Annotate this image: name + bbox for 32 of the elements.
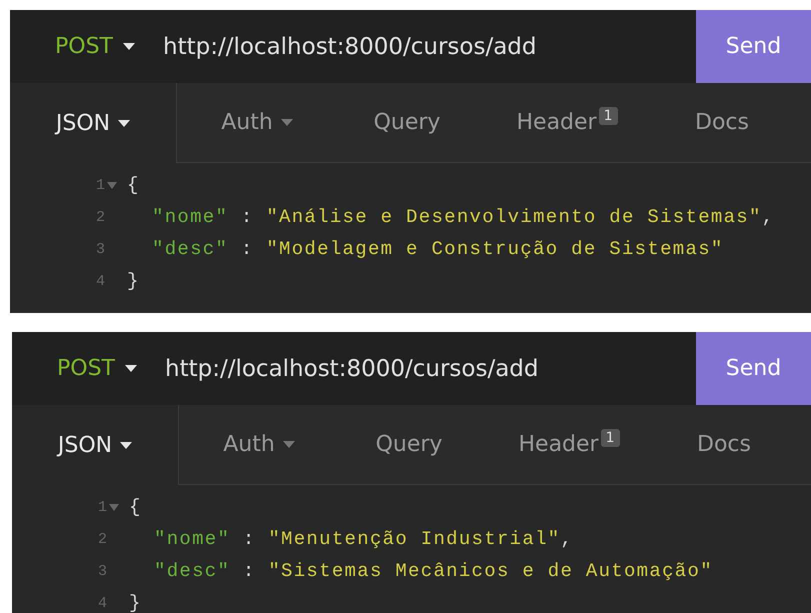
line-number: 2: [96, 208, 105, 226]
code-line: "desc" : "Sistemas Mecânicos e de Automação": [153, 560, 713, 582]
line-number: 3: [96, 240, 105, 258]
count-badge: 1: [598, 106, 618, 124]
code-line: {: [129, 496, 142, 518]
code-line: "desc" : "Modelagem e Construção de Sistemas": [151, 238, 724, 260]
line-number: 4: [98, 594, 107, 612]
line-number: 1: [98, 498, 107, 516]
line-number: 1: [96, 176, 105, 194]
code-line: "nome" : "Menutenção Industrial",: [153, 528, 574, 550]
code-line: "nome" : "Análise e Desenvolvimento de Sistemas",: [151, 206, 774, 228]
count-badge: 1: [600, 428, 620, 446]
line-number: 4: [96, 272, 105, 290]
url-bar[interactable]: POST http://localhost:8000/cursos/add Send: [12, 332, 811, 405]
code-line: }: [129, 592, 142, 613]
caret-icon: [120, 442, 132, 448]
fold-arrow-icon[interactable]: [107, 182, 117, 188]
caret-icon: [280, 119, 293, 126]
fold-arrow-icon[interactable]: [109, 504, 119, 510]
caret-icon: [123, 43, 135, 50]
caret-icon: [118, 120, 130, 126]
send-button[interactable]: Send: [696, 10, 811, 83]
method-dropdown[interactable]: POST: [12, 332, 151, 405]
code-line: }: [127, 270, 140, 292]
url-bar[interactable]: POST http://localhost:8000/cursos/add Send: [10, 10, 811, 83]
send-button[interactable]: Send: [696, 332, 811, 405]
caret-icon: [282, 441, 295, 448]
line-number: 2: [98, 530, 107, 548]
line-number: 3: [98, 562, 107, 580]
method-dropdown[interactable]: POST: [10, 10, 149, 83]
caret-icon: [125, 365, 137, 372]
code-line: {: [127, 174, 140, 196]
